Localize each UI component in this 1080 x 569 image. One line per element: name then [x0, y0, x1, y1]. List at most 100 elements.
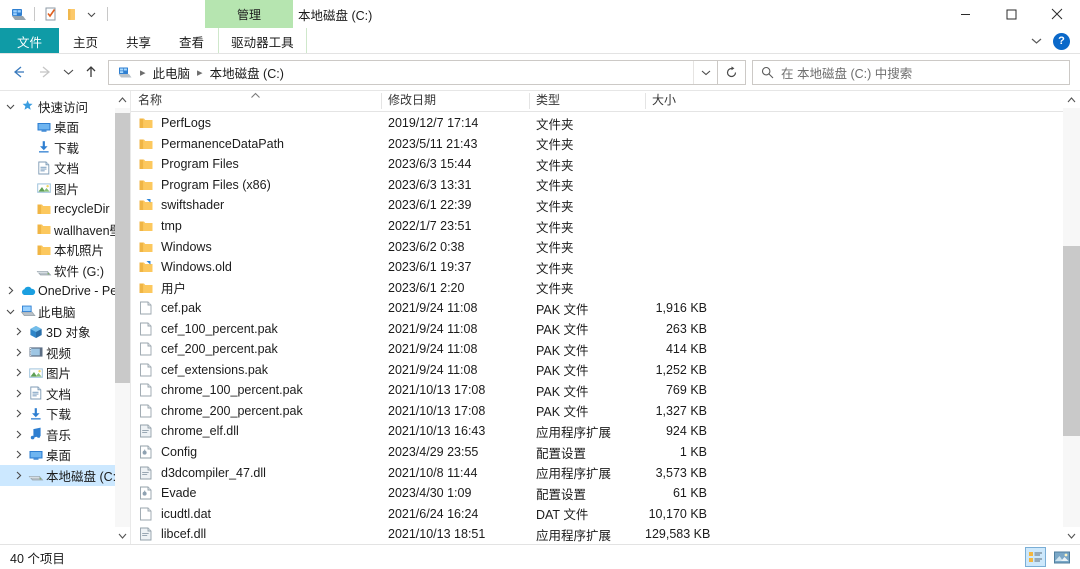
file-name-cell[interactable]: PermanenceDataPath [131, 136, 381, 152]
table-row[interactable]: tmp 2022/1/7 23:51 文件夹 [131, 216, 1080, 237]
nav-scroll-up-icon[interactable] [115, 91, 130, 108]
file-name-cell[interactable]: Config [131, 444, 381, 460]
forward-button[interactable] [32, 59, 58, 85]
file-scroll-down-icon[interactable] [1063, 527, 1080, 544]
sidebar-item-1[interactable]: 桌面 [0, 117, 130, 138]
sidebar-item-7[interactable]: 本机照片 [0, 240, 130, 261]
nav-scroll-down-icon[interactable] [115, 527, 130, 544]
file-name-cell[interactable]: cef_200_percent.pak [131, 341, 381, 357]
file-name-cell[interactable]: cef.pak [131, 300, 381, 316]
chevron-right-icon[interactable] [2, 286, 18, 295]
chevron-right-icon[interactable] [10, 368, 26, 377]
sidebar-item-13[interactable]: 图片 [0, 363, 130, 384]
tab-file[interactable]: 文件 [0, 28, 60, 54]
column-header-date[interactable]: 修改日期 [381, 91, 529, 111]
file-name-cell[interactable]: PerfLogs [131, 115, 381, 131]
address-dropdown-icon[interactable] [693, 60, 717, 84]
file-name-cell[interactable]: cef_100_percent.pak [131, 321, 381, 337]
sidebar-item-9[interactable]: OneDrive - Persc [0, 281, 130, 302]
breadcrumb[interactable]: ▸ 此电脑 ▸ 本地磁盘 (C:) [109, 63, 693, 82]
sidebar-item-5[interactable]: recycleDir [0, 199, 130, 220]
sidebar-item-17[interactable]: 桌面 [0, 445, 130, 466]
chevron-right-icon[interactable] [10, 409, 26, 418]
file-name-cell[interactable]: d3dcompiler_47.dll [131, 465, 381, 481]
chevron-right-icon[interactable] [10, 389, 26, 398]
sidebar-item-18[interactable]: 本地磁盘 (C:) [0, 465, 130, 486]
column-header-size[interactable]: 大小 [645, 91, 723, 111]
column-header-name[interactable]: 名称 [131, 91, 381, 111]
up-button[interactable] [78, 59, 104, 85]
chevron-right-icon[interactable] [10, 348, 26, 357]
table-row[interactable]: cef_100_percent.pak 2021/9/24 11:08 PAK 文件… [131, 318, 1080, 339]
chevron-right-icon[interactable] [10, 327, 26, 336]
column-header-type[interactable]: 类型 [529, 91, 645, 111]
sidebar-item-3[interactable]: 文档 [0, 158, 130, 179]
new-folder-icon[interactable] [61, 4, 81, 24]
table-row[interactable]: d3dcompiler_47.dll 2021/10/8 11:44 应用程序扩展 3… [131, 462, 1080, 483]
back-button[interactable] [6, 59, 32, 85]
table-row[interactable]: 用户 2023/6/1 2:20 文件夹 [131, 277, 1080, 298]
file-name-cell[interactable]: libcef.dll [131, 526, 381, 542]
file-name-cell[interactable]: icudtl.dat [131, 506, 381, 522]
minimize-button[interactable] [942, 0, 988, 28]
chevron-down-icon[interactable] [1027, 32, 1045, 50]
table-row[interactable]: icudtl.dat 2021/6/24 16:24 DAT 文件 10,170 KB [131, 503, 1080, 524]
search-box[interactable]: 在 本地磁盘 (C:) 中搜索 [752, 59, 1070, 85]
file-name-cell[interactable]: tmp [131, 218, 381, 234]
file-name-cell[interactable]: Program Files (x86) [131, 177, 381, 193]
sidebar-item-10[interactable]: 此电脑 [0, 301, 130, 322]
table-row[interactable]: cef_200_percent.pak 2021/9/24 11:08 PAK 文件… [131, 339, 1080, 360]
sidebar-item-0[interactable]: 快速访问 [0, 96, 130, 117]
table-row[interactable]: Windows 2023/6/2 0:38 文件夹 [131, 236, 1080, 257]
chevron-down-icon[interactable] [2, 307, 18, 316]
address-bar[interactable]: ▸ 此电脑 ▸ 本地磁盘 (C:) [108, 59, 718, 85]
sidebar-item-8[interactable]: 软件 (G:) [0, 260, 130, 281]
file-name-cell[interactable]: Windows [131, 239, 381, 255]
help-icon[interactable]: ? [1053, 32, 1070, 50]
file-name-cell[interactable]: swiftshader [131, 197, 381, 213]
sidebar-item-11[interactable]: 3D 对象 [0, 322, 130, 343]
tab-view[interactable]: 查看 [165, 28, 218, 54]
file-name-cell[interactable]: Windows.old [131, 259, 381, 275]
file-name-cell[interactable]: chrome_elf.dll [131, 423, 381, 439]
navigation-pane-scrollbar[interactable] [115, 91, 130, 544]
maximize-button[interactable] [988, 0, 1034, 28]
file-scroll-thumb[interactable] [1063, 246, 1080, 436]
sidebar-item-14[interactable]: 文档 [0, 383, 130, 404]
sidebar-item-2[interactable]: 下载 [0, 137, 130, 158]
recent-locations-button[interactable] [58, 59, 78, 85]
file-name-cell[interactable]: Evade [131, 485, 381, 501]
search-input[interactable]: 在 本地磁盘 (C:) 中搜索 [781, 63, 912, 82]
file-name-cell[interactable]: Program Files [131, 156, 381, 172]
chevron-down-icon[interactable] [2, 102, 18, 111]
nav-scroll-thumb[interactable] [115, 113, 130, 383]
customize-dropdown-icon[interactable] [81, 4, 101, 24]
refresh-button[interactable] [718, 59, 746, 85]
table-row[interactable]: Config 2023/4/29 23:55 配置设置 1 KB [131, 442, 1080, 463]
close-button[interactable] [1034, 0, 1080, 28]
file-scroll-up-icon[interactable] [1063, 91, 1080, 108]
table-row[interactable]: swiftshader 2023/6/1 22:39 文件夹 [131, 195, 1080, 216]
table-row[interactable]: chrome_100_percent.pak 2021/10/13 17:08 PA… [131, 380, 1080, 401]
table-row[interactable]: PermanenceDataPath 2023/5/11 21:43 文件夹 [131, 134, 1080, 155]
table-row[interactable]: cef.pak 2021/9/24 11:08 PAK 文件 1,916 KB [131, 298, 1080, 319]
tab-share[interactable]: 共享 [112, 28, 165, 54]
tab-home[interactable]: 主页 [59, 28, 112, 54]
breadcrumb-item-0[interactable]: 此电脑 [151, 63, 193, 82]
large-icons-view-button[interactable] [1051, 547, 1072, 567]
table-row[interactable]: chrome_elf.dll 2021/10/13 16:43 应用程序扩展 924 … [131, 421, 1080, 442]
chevron-right-icon[interactable] [10, 471, 26, 480]
table-row[interactable]: libcef.dll 2021/10/13 18:51 应用程序扩展 129,583 … [131, 524, 1080, 544]
table-row[interactable]: Evade 2023/4/30 1:09 配置设置 61 KB [131, 483, 1080, 504]
sidebar-item-4[interactable]: 图片 [0, 178, 130, 199]
drive-icon[interactable] [8, 4, 28, 24]
breadcrumb-separator-1[interactable]: ▸ [192, 66, 208, 79]
breadcrumb-item-1[interactable]: 本地磁盘 (C:) [208, 63, 286, 82]
file-name-cell[interactable]: chrome_100_percent.pak [131, 382, 381, 398]
file-name-cell[interactable]: cef_extensions.pak [131, 362, 381, 378]
properties-icon[interactable] [41, 4, 61, 24]
tab-drive-tools[interactable]: 驱动器工具 [218, 28, 307, 54]
table-row[interactable]: PerfLogs 2019/12/7 17:14 文件夹 [131, 113, 1080, 134]
chevron-right-icon[interactable] [10, 430, 26, 439]
sidebar-item-16[interactable]: 音乐 [0, 424, 130, 445]
